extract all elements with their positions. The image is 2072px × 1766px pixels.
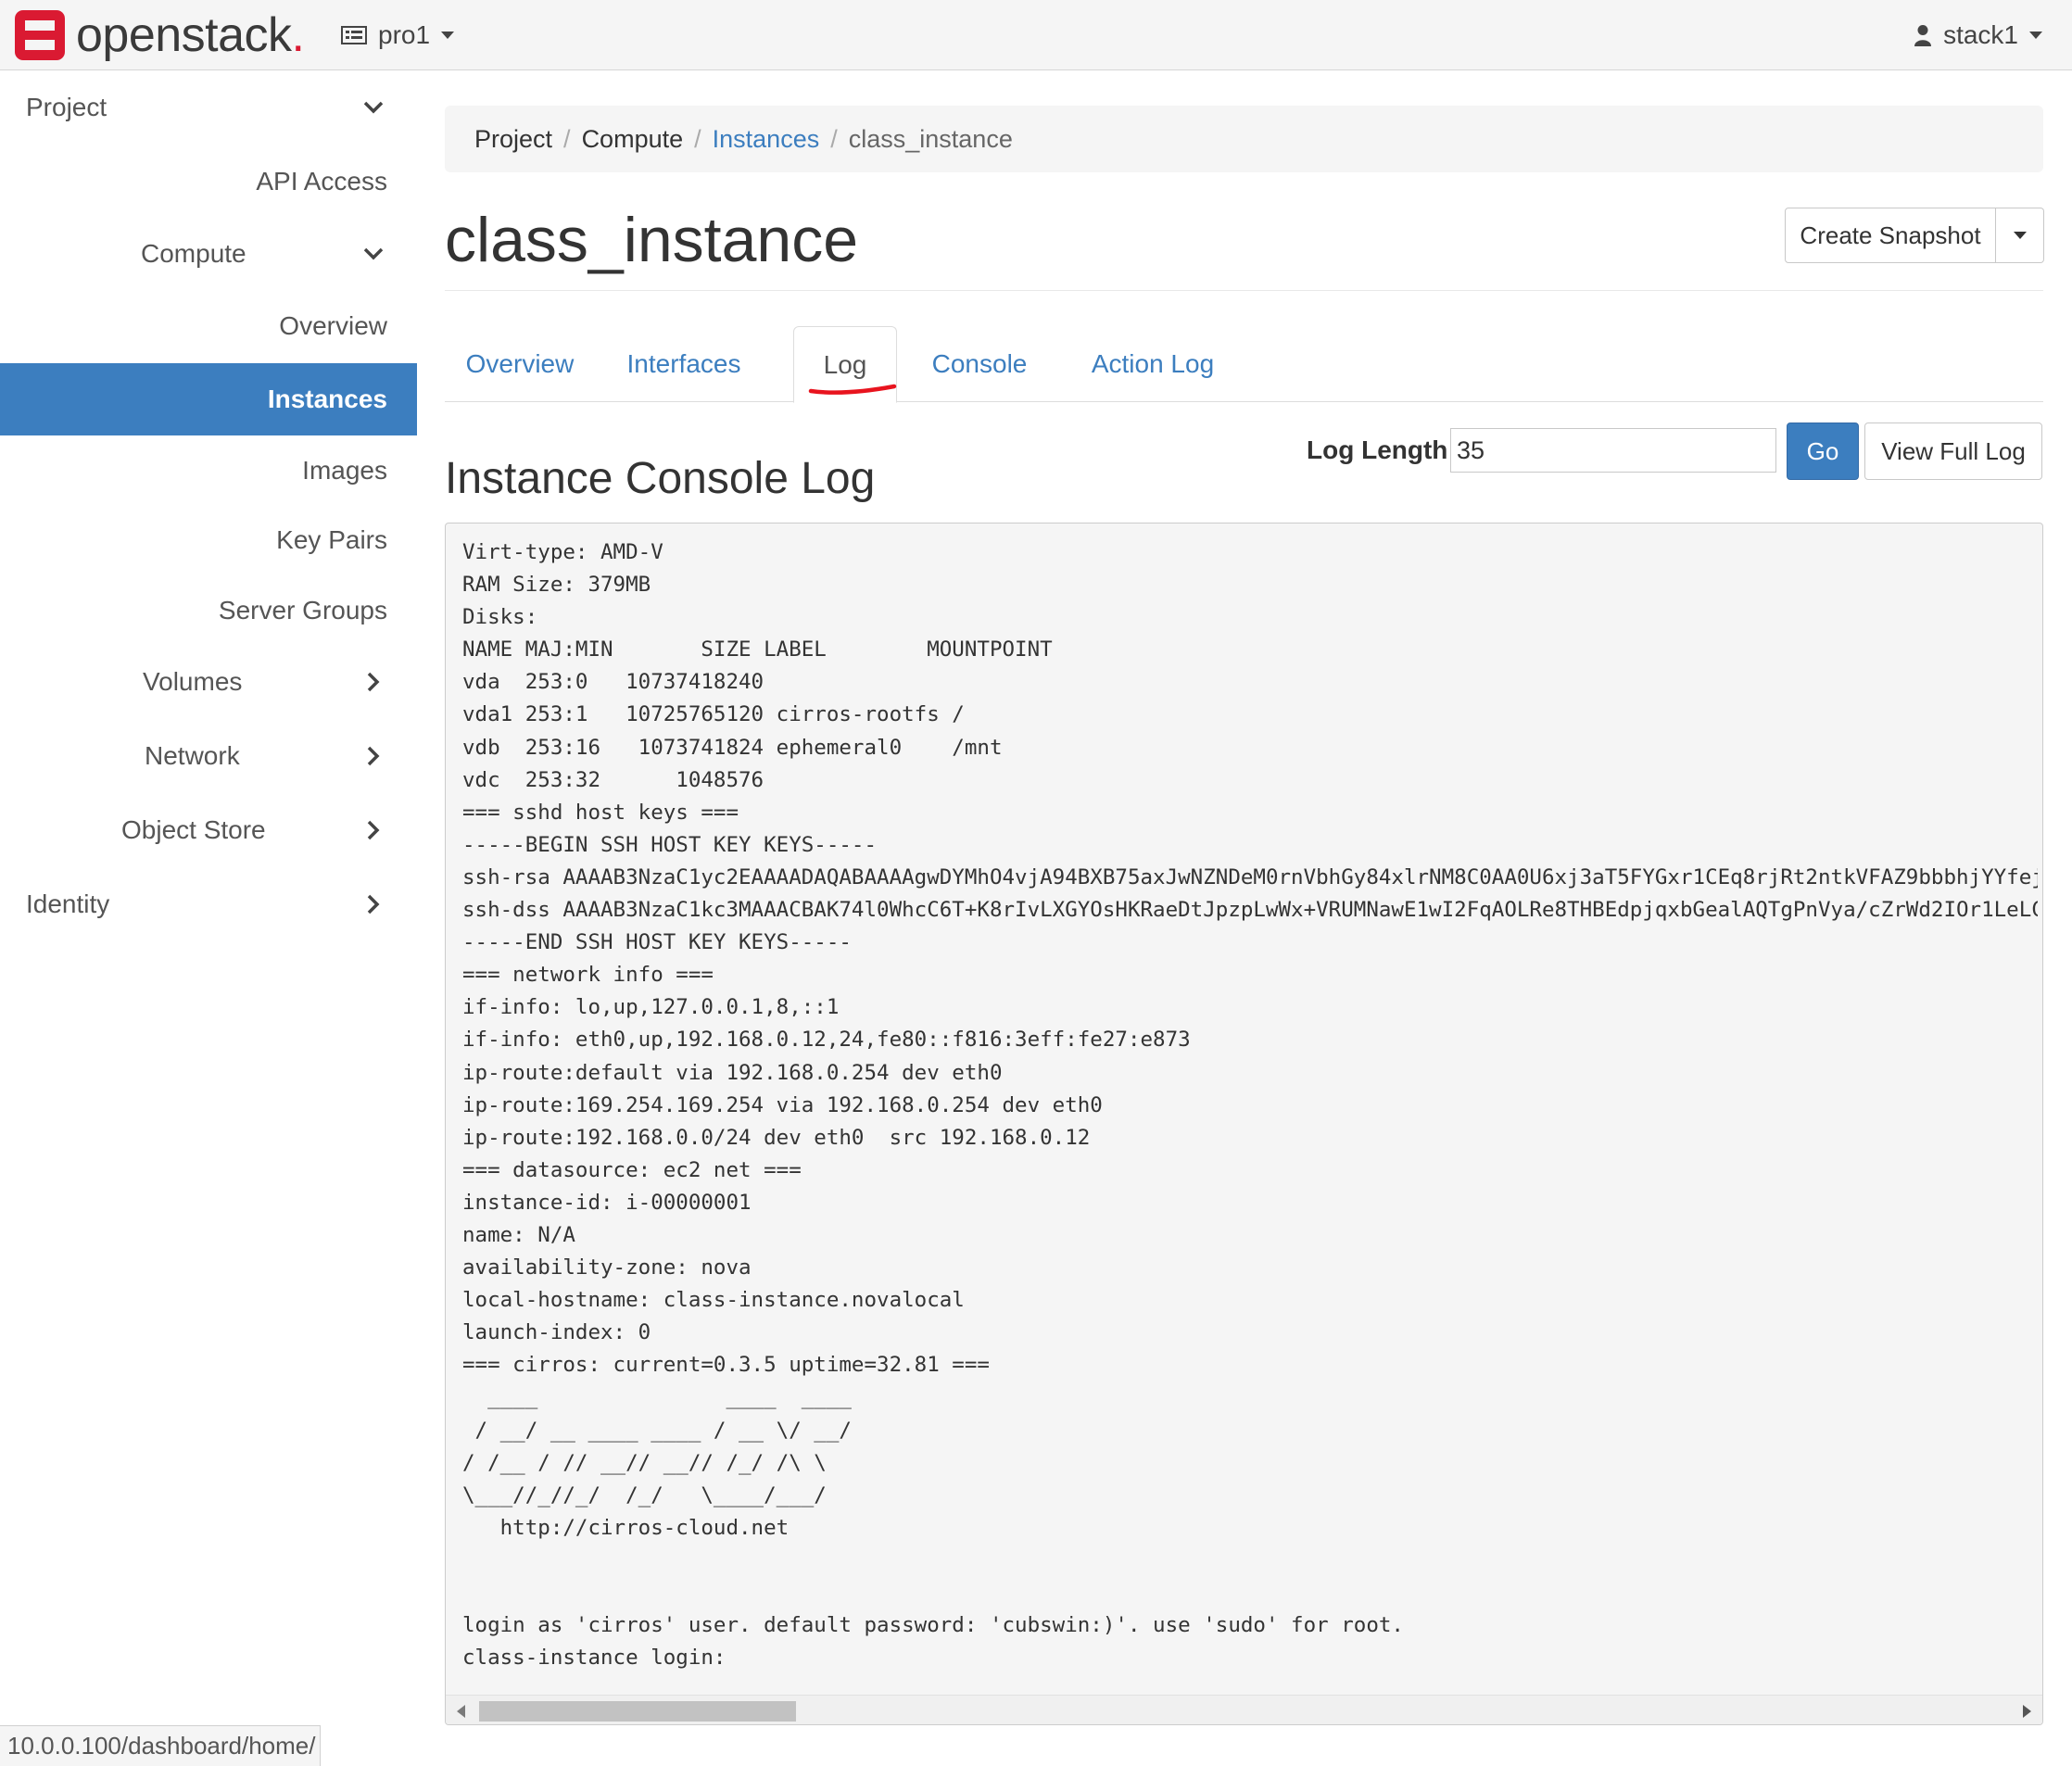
sidebar-item-label: Server Groups: [218, 596, 387, 624]
sidebar-item-label: Project: [26, 93, 107, 121]
tab-overview[interactable]: Overview: [461, 326, 578, 402]
title-divider: [445, 290, 2043, 291]
chevron-down-icon: [363, 247, 384, 260]
create-snapshot-button[interactable]: Create Snapshot: [1785, 208, 1996, 263]
horizontal-scrollbar[interactable]: [446, 1695, 2042, 1724]
instance-tabs: Overview Interfaces Log Console Action L…: [445, 326, 2043, 403]
breadcrumb-separator: /: [563, 124, 571, 153]
sidebar-item-instances[interactable]: Instances: [0, 363, 417, 435]
page-title: class_instance: [445, 205, 859, 275]
sidebar-item-label: Key Pairs: [276, 525, 387, 554]
sidebar-item-label: Identity: [26, 889, 110, 918]
breadcrumb-project: Project: [474, 124, 553, 153]
tab-interfaces[interactable]: Interfaces: [627, 326, 741, 402]
sidebar-item-network[interactable]: Network: [0, 720, 417, 792]
more-actions-dropdown-button[interactable]: [1996, 208, 2044, 263]
chevron-right-icon: [367, 820, 380, 840]
chevron-down-icon: [2013, 232, 2027, 239]
sidebar-item-overview[interactable]: Overview: [0, 290, 417, 362]
sidebar-item-label: Object Store: [121, 815, 266, 844]
console-log-box[interactable]: Virt-type: AMD-V RAM Size: 379MB Disks: …: [445, 523, 2043, 1725]
console-log-heading: Instance Console Log: [445, 454, 876, 503]
log-length-label: Log Length: [1307, 435, 1448, 464]
red-annotation-underline: [808, 384, 897, 395]
log-length-input[interactable]: [1450, 428, 1776, 473]
openstack-logo[interactable]: openstack.: [15, 8, 305, 62]
chevron-down-icon: [441, 32, 455, 39]
sidebar-item-images[interactable]: Images: [0, 435, 417, 507]
user-icon: [1914, 25, 1932, 46]
sidebar: Project API Access Compute Overview Inst…: [0, 71, 417, 1721]
project-name: pro1: [378, 20, 431, 49]
top-navbar: openstack. pro1 stack1: [0, 0, 2072, 70]
sidebar-item-project[interactable]: Project: [0, 71, 417, 144]
chevron-right-icon: [367, 672, 380, 692]
breadcrumb-separator: /: [694, 124, 701, 153]
tab-action-log[interactable]: Action Log: [1086, 326, 1219, 402]
project-list-icon: [341, 26, 367, 44]
chevron-right-icon: [367, 746, 380, 766]
sidebar-item-compute[interactable]: Compute: [0, 218, 417, 290]
console-log-text: Virt-type: AMD-V RAM Size: 379MB Disks: …: [462, 540, 2038, 1671]
sidebar-item-label: Images: [302, 456, 387, 485]
breadcrumb-instances-link[interactable]: Instances: [713, 125, 820, 154]
sidebar-item-identity[interactable]: Identity: [0, 868, 417, 940]
view-full-log-button[interactable]: View Full Log: [1864, 423, 2042, 480]
tab-console[interactable]: Console: [929, 326, 1030, 402]
user-name: stack1: [1943, 20, 2018, 49]
breadcrumb-compute: Compute: [581, 124, 684, 153]
browser-status-url: 10.0.0.100/dashboard/home/: [0, 1725, 321, 1766]
sidebar-item-label: Volumes: [143, 667, 243, 696]
scroll-right-icon[interactable]: [2023, 1705, 2031, 1718]
project-switcher[interactable]: pro1: [341, 19, 455, 52]
scroll-left-icon[interactable]: [457, 1705, 465, 1718]
breadcrumb: Project / Compute / Instances / class_in…: [445, 106, 2043, 172]
sidebar-item-server-groups[interactable]: Server Groups: [0, 574, 417, 647]
openstack-logo-icon: [15, 10, 65, 60]
breadcrumb-current: class_instance: [848, 124, 1013, 153]
sidebar-item-label: Instances: [267, 385, 387, 413]
scrollbar-thumb[interactable]: [479, 1701, 796, 1722]
sidebar-item-api-access[interactable]: API Access: [0, 145, 417, 218]
snapshot-button-group: Create Snapshot: [1785, 208, 2044, 263]
breadcrumb-separator: /: [830, 124, 838, 153]
go-button[interactable]: Go: [1787, 423, 1859, 480]
sidebar-item-label: Overview: [279, 311, 387, 340]
sidebar-item-label: Network: [145, 741, 240, 770]
user-menu[interactable]: stack1: [1914, 19, 2042, 52]
sidebar-item-label: Compute: [141, 239, 246, 268]
sidebar-item-object-store[interactable]: Object Store: [0, 794, 417, 866]
chevron-down-icon: [363, 101, 384, 114]
brand-name: openstack.: [76, 8, 305, 62]
sidebar-item-volumes[interactable]: Volumes: [0, 646, 417, 718]
sidebar-item-key-pairs[interactable]: Key Pairs: [0, 504, 417, 576]
sidebar-item-label: API Access: [256, 167, 387, 196]
chevron-right-icon: [367, 894, 380, 915]
chevron-down-icon: [2029, 32, 2042, 39]
